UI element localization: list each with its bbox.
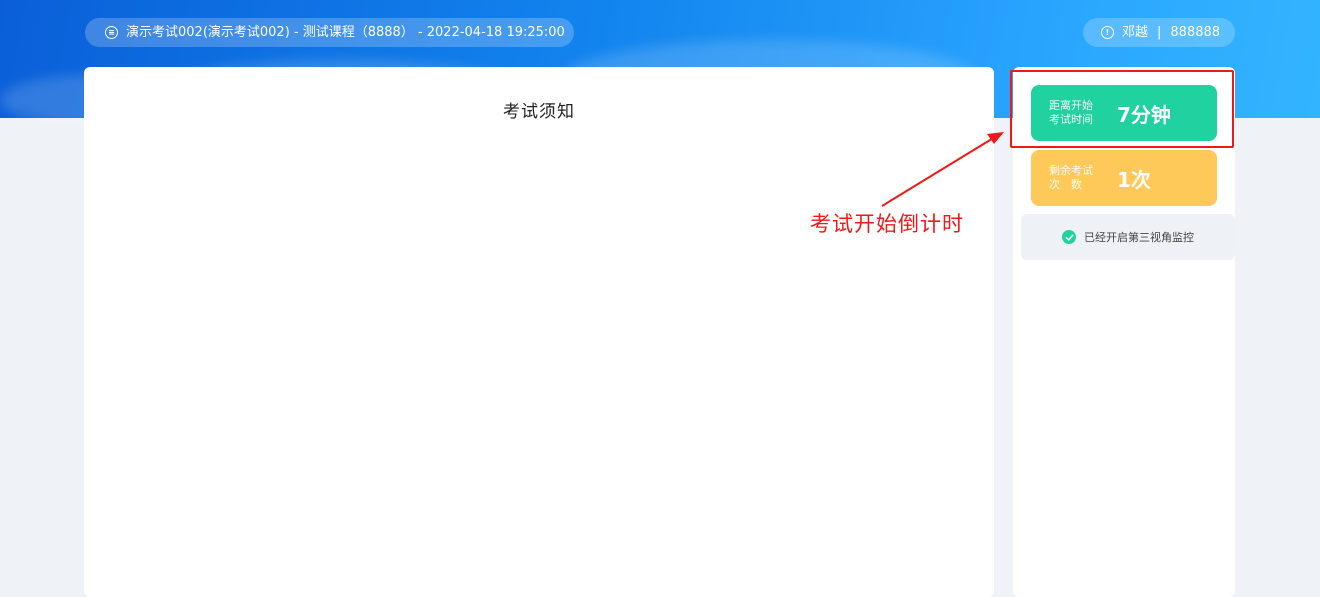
monitor-status: 已经开启第三视角监控 xyxy=(1021,214,1235,260)
user-circle-icon: ! xyxy=(1101,26,1114,39)
remaining-attempts-card: 剩余考试 次 数 1次 xyxy=(1031,150,1217,206)
user-info-bar[interactable]: ! 邓越 | 888888 xyxy=(1083,18,1235,47)
attempts-label-line2: 次 数 xyxy=(1049,178,1082,191)
attempts-value: 1次 xyxy=(1117,167,1151,192)
exam-notice-panel: 考试须知 xyxy=(84,67,994,597)
user-separator: | xyxy=(1157,25,1162,40)
annotation-arrow-icon xyxy=(881,132,1004,207)
annotation-highlight-box xyxy=(1010,70,1234,148)
user-id: 888888 xyxy=(1170,25,1221,40)
notice-title: 考试须知 xyxy=(503,102,575,122)
attempts-label: 剩余考试 次 数 xyxy=(1049,164,1099,192)
annotation-label: 考试开始倒计时 xyxy=(810,212,964,236)
attempts-label-line1: 剩余考试 xyxy=(1049,164,1093,177)
monitor-text: 已经开启第三视角监控 xyxy=(1084,231,1194,244)
user-name: 邓越 xyxy=(1122,25,1149,40)
list-circle-icon: ≡ xyxy=(105,26,118,39)
exam-info-text: 演示考试002(演示考试002) - 测试课程（8888） - 2022-04-… xyxy=(126,25,565,40)
check-circle-icon xyxy=(1062,230,1076,244)
exam-info-bar: ≡ 演示考试002(演示考试002) - 测试课程（8888） - 2022-0… xyxy=(85,18,574,47)
